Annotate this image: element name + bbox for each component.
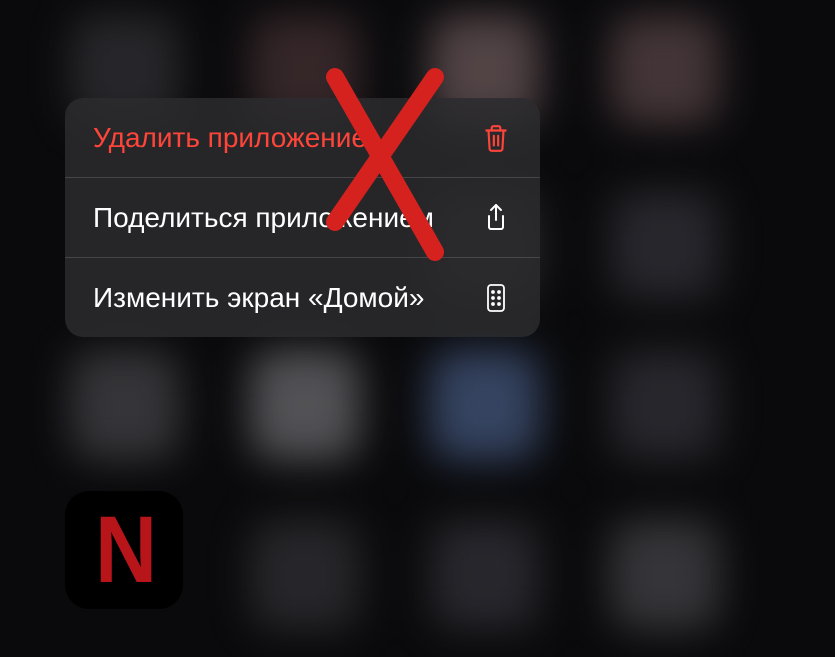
apps-grid-icon: [480, 282, 512, 314]
menu-item-label: Изменить экран «Домой»: [93, 280, 480, 315]
app-context-menu: Удалить приложение Поделиться приложение…: [65, 98, 540, 337]
menu-item-label: Удалить приложение: [93, 120, 480, 155]
delete-app-menu-item[interactable]: Удалить приложение: [65, 98, 540, 178]
share-icon: [480, 202, 512, 234]
trash-icon: [480, 122, 512, 154]
share-app-menu-item[interactable]: Поделиться приложением: [65, 178, 540, 258]
edit-home-screen-menu-item[interactable]: Изменить экран «Домой»: [65, 258, 540, 337]
netflix-logo-letter: N: [95, 496, 153, 605]
menu-item-label: Поделиться приложением: [93, 200, 480, 235]
netflix-app-icon[interactable]: N: [65, 491, 183, 609]
